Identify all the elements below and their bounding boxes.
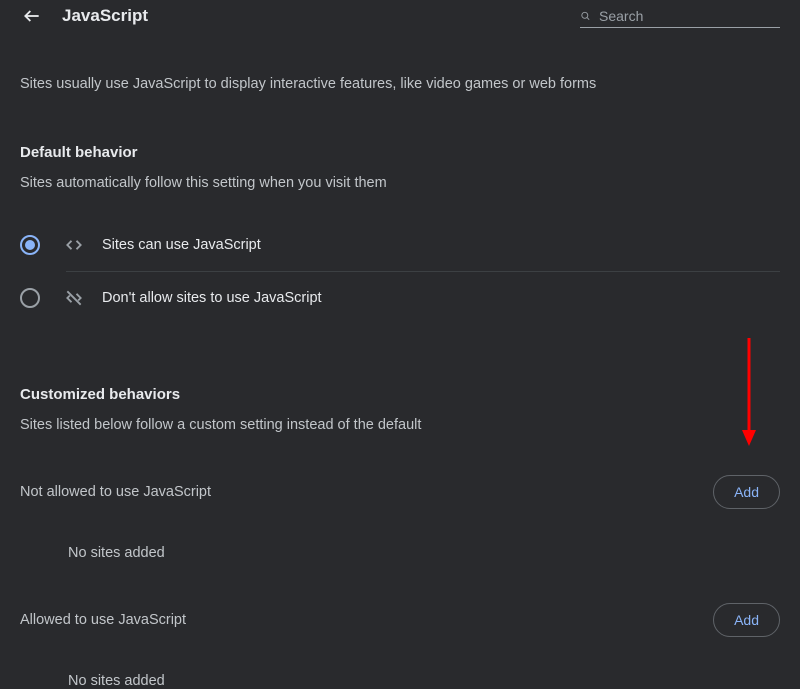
allowed-empty: No sites added bbox=[68, 673, 780, 689]
default-behavior-heading: Default behavior bbox=[20, 144, 780, 161]
search-input[interactable] bbox=[599, 8, 780, 24]
code-off-icon bbox=[64, 288, 84, 308]
radio-block-js[interactable]: Don't allow sites to use JavaScript bbox=[20, 272, 780, 324]
code-icon bbox=[64, 235, 84, 255]
arrow-left-icon bbox=[22, 6, 42, 26]
add-allowed-button[interactable]: Add bbox=[713, 603, 780, 637]
radio-indicator-selected bbox=[20, 235, 40, 255]
allowed-label: Allowed to use JavaScript bbox=[20, 612, 186, 628]
radio-block-label: Don't allow sites to use JavaScript bbox=[102, 290, 322, 306]
search-field[interactable] bbox=[580, 5, 780, 28]
search-icon bbox=[580, 7, 591, 25]
radio-indicator bbox=[20, 288, 40, 308]
page-title: JavaScript bbox=[62, 6, 148, 26]
customized-heading: Customized behaviors bbox=[20, 386, 780, 403]
radio-allow-js[interactable]: Sites can use JavaScript bbox=[20, 219, 780, 271]
back-button[interactable] bbox=[20, 4, 44, 28]
radio-allow-label: Sites can use JavaScript bbox=[102, 237, 261, 253]
default-behavior-subtext: Sites automatically follow this setting … bbox=[20, 175, 780, 191]
not-allowed-empty: No sites added bbox=[68, 545, 780, 561]
add-not-allowed-button[interactable]: Add bbox=[713, 475, 780, 509]
not-allowed-label: Not allowed to use JavaScript bbox=[20, 484, 211, 500]
customized-subtext: Sites listed below follow a custom setti… bbox=[20, 417, 780, 433]
page-description: Sites usually use JavaScript to display … bbox=[20, 76, 780, 92]
